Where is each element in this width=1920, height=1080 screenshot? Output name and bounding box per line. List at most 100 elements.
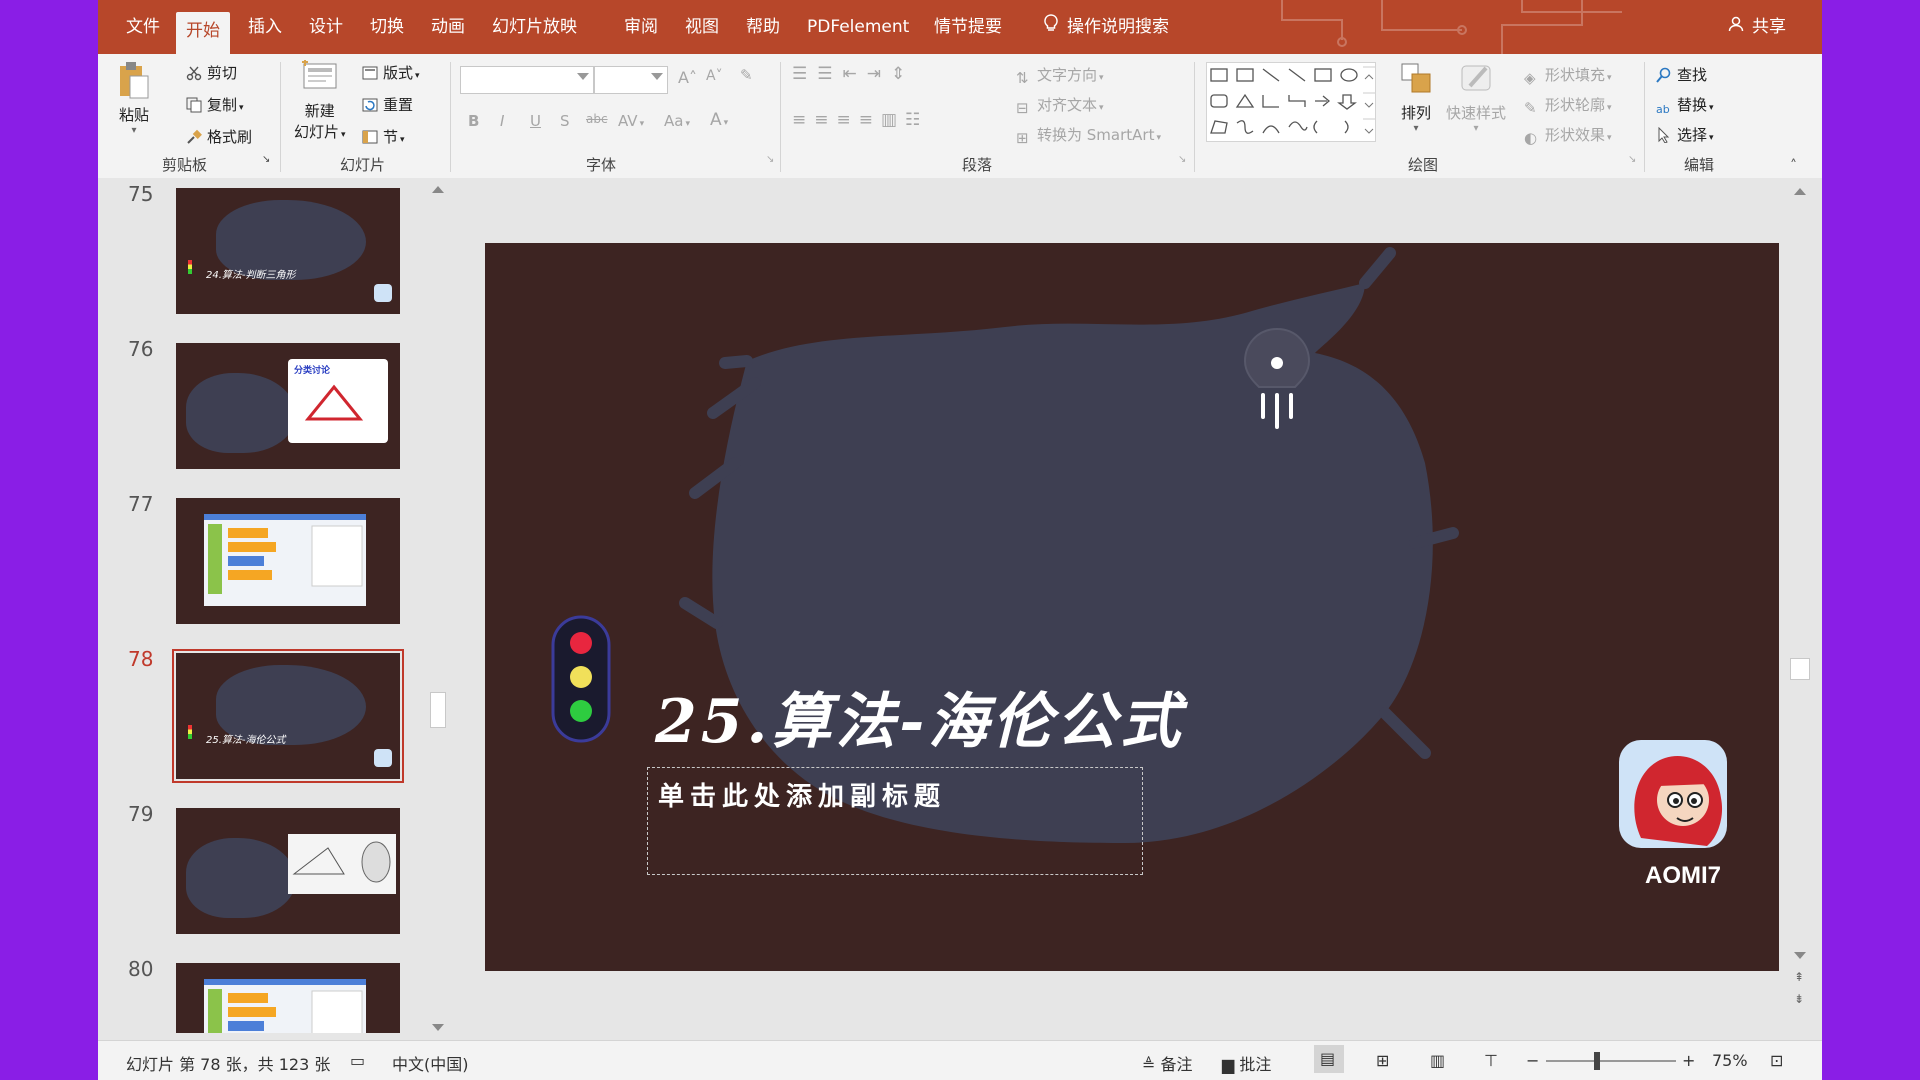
slide-title[interactable]: 25.算法-海伦公式 (655, 673, 1184, 760)
slideshow-icon[interactable]: ⊤ (1484, 1051, 1498, 1070)
cut-button[interactable]: 剪切 (186, 62, 237, 83)
thumbnail-card (288, 834, 396, 894)
normal-view-button[interactable]: ▤ (1314, 1045, 1344, 1073)
scroll-down-icon[interactable] (1794, 952, 1806, 959)
shapes-gallery[interactable] (1206, 62, 1376, 142)
tab-5[interactable]: 动画 (421, 10, 475, 44)
fit-to-window-icon[interactable]: ⊡ (1770, 1051, 1783, 1070)
scroll-up-icon[interactable] (432, 186, 444, 193)
tab-8[interactable]: 视图 (675, 10, 729, 44)
slide-thumbnails-pane: 75 24.算法-判断三角形 76 分类讨论 77 78 25.算法-海伦公式 79 80 (98, 178, 448, 1040)
tell-me-search[interactable]: 操作说明搜索 (1033, 10, 1179, 44)
slide-thumbnail[interactable] (176, 808, 400, 934)
font-size-combo[interactable] (594, 66, 668, 94)
tab-6[interactable]: 幻灯片放映 (482, 10, 587, 44)
zoom-level[interactable]: 75% (1712, 1051, 1748, 1070)
thumbnail-window (204, 514, 366, 606)
decrease-font-icon[interactable]: A˅ (706, 68, 723, 84)
clear-format-icon[interactable]: ✎ (740, 66, 753, 84)
language-indicator[interactable]: 中文(中国) (392, 1051, 469, 1075)
select-button[interactable]: 选择 ▾ (1656, 124, 1714, 145)
slide-thumbnail[interactable]: 分类讨论 (176, 343, 400, 469)
layout-button[interactable]: 版式 ▾ (362, 62, 420, 83)
scroll-thumb[interactable] (1790, 658, 1810, 680)
paint-bucket-icon: ◈ (1524, 69, 1536, 87)
effects-icon: ◐ (1524, 129, 1538, 147)
increase-font-icon[interactable]: A˄ (678, 68, 697, 87)
slide-editor: 25.算法-海伦公式 单击此处添加副标题 AOMI7 ⇞ ⇟ (448, 178, 1822, 1040)
new-slide-button[interactable]: 新建 幻灯片 ▾ (294, 60, 346, 142)
align-buttons[interactable]: ≡≡≡≡▥☷ (792, 110, 928, 130)
format-painter-button[interactable]: 格式刷 (186, 126, 252, 147)
slide-scrollbar[interactable]: ⇞ ⇟ (1788, 178, 1812, 1040)
underline-button[interactable]: U (530, 112, 541, 130)
section-button[interactable]: 节 ▾ (362, 126, 405, 147)
paste-button[interactable]: 粘贴 ▾ (116, 60, 152, 136)
slide-counter: 幻灯片 第 78 张，共 123 张 (126, 1055, 331, 1074)
smartart-button[interactable]: ⊞ 转换为 SmartArt ▾ (1016, 124, 1161, 147)
shadow-button[interactable]: S (560, 112, 570, 130)
thumbnails-scrollbar[interactable] (428, 178, 446, 1040)
zoom-out-button[interactable]: − (1526, 1051, 1539, 1070)
triangle-icon (304, 384, 364, 421)
scroll-down-icon[interactable] (432, 1024, 444, 1031)
tab-1[interactable]: 开始 (176, 12, 230, 54)
replace-button[interactable]: ab 替换 ▾ (1656, 94, 1714, 119)
char-spacing-button[interactable]: AV ▾ (618, 112, 644, 130)
shape-outline-button[interactable]: ✎ 形状轮廓 ▾ (1524, 94, 1612, 117)
scroll-thumb[interactable] (430, 692, 446, 728)
shape-effects-button[interactable]: ◐ 形状效果 ▾ (1524, 124, 1612, 147)
notes-button[interactable]: ≜ 备注 (1142, 1051, 1193, 1075)
collapse-ribbon-icon[interactable]: ˄ (1790, 158, 1797, 174)
font-color-button[interactable]: A ▾ (710, 110, 728, 130)
change-case-button[interactable]: Aa ▾ (664, 112, 690, 130)
paragraph-launcher-icon[interactable]: ↘ (1178, 154, 1186, 165)
tab-9[interactable]: 帮助 (736, 10, 790, 44)
zoom-slider[interactable] (1546, 1060, 1676, 1062)
tab-4[interactable]: 切换 (360, 10, 414, 44)
slide-thumbnail[interactable]: 25.算法-海伦公式 (176, 653, 400, 779)
drawing-launcher-icon[interactable]: ↘ (1628, 154, 1636, 165)
align-text-button[interactable]: ⊟ 对齐文本 ▾ (1016, 94, 1104, 117)
shapes-gallery-icon (1210, 66, 1375, 134)
clipboard-launcher-icon[interactable]: ↘ (262, 154, 270, 165)
copy-button[interactable]: 复制 ▾ (186, 94, 244, 115)
thumbnail-caption: 分类讨论 (294, 366, 331, 376)
font-launcher-icon[interactable]: ↘ (766, 154, 774, 165)
slide-thumbnail[interactable]: 24.算法-判断三角形 (176, 188, 400, 314)
reset-button[interactable]: 重置 (362, 94, 413, 115)
replace-icon: ab (1656, 103, 1670, 116)
italic-button[interactable]: I (500, 112, 504, 130)
tab-2[interactable]: 插入 (238, 10, 292, 44)
strikethrough-button[interactable]: abc (586, 112, 608, 126)
slide-thumbnail[interactable] (176, 498, 400, 624)
accessibility-icon[interactable]: ▭ (350, 1051, 365, 1070)
shape-fill-button[interactable]: ◈ 形状填充 ▾ (1524, 64, 1612, 87)
tab-10[interactable]: PDFelement (797, 10, 919, 44)
zoom-in-button[interactable]: + (1682, 1051, 1695, 1070)
logo-text: AOMI7 (1644, 862, 1721, 889)
quick-styles-button[interactable]: 快速样式 ▾ (1446, 60, 1506, 134)
font-name-combo[interactable] (460, 66, 594, 94)
reading-view-icon[interactable]: ▥ (1430, 1051, 1445, 1070)
zoom-slider-thumb[interactable] (1594, 1052, 1600, 1070)
list-buttons[interactable]: ☰☰⇤⇥⇕ (792, 64, 915, 84)
subtitle-placeholder[interactable]: 单击此处添加副标题 (647, 767, 1143, 875)
tab-7[interactable]: 审阅 (614, 10, 668, 44)
tab-0[interactable]: 文件 (116, 10, 170, 44)
share-button[interactable]: 共享 (1718, 10, 1796, 44)
tab-11[interactable]: 情节提要 (924, 10, 1012, 44)
current-slide: 25.算法-海伦公式 单击此处添加副标题 AOMI7 (485, 243, 1779, 971)
text-direction-button[interactable]: ⇅ 文字方向 ▾ (1016, 64, 1104, 87)
next-slide-icon[interactable]: ⇟ (1794, 992, 1804, 1006)
subtitle-text: 单击此处添加副标题 (658, 782, 947, 812)
find-button[interactable]: 查找 (1656, 64, 1707, 85)
slide-sorter-icon[interactable]: ⊞ (1376, 1051, 1389, 1070)
tab-3[interactable]: 设计 (299, 10, 353, 44)
slide-thumbnail[interactable] (176, 963, 400, 1033)
scroll-up-icon[interactable] (1794, 188, 1806, 195)
bold-button[interactable]: B (468, 112, 479, 130)
previous-slide-icon[interactable]: ⇞ (1794, 970, 1804, 984)
comments-button[interactable]: ▆ 批注 (1222, 1051, 1271, 1075)
arrange-button[interactable]: 排列 ▾ (1398, 60, 1434, 134)
